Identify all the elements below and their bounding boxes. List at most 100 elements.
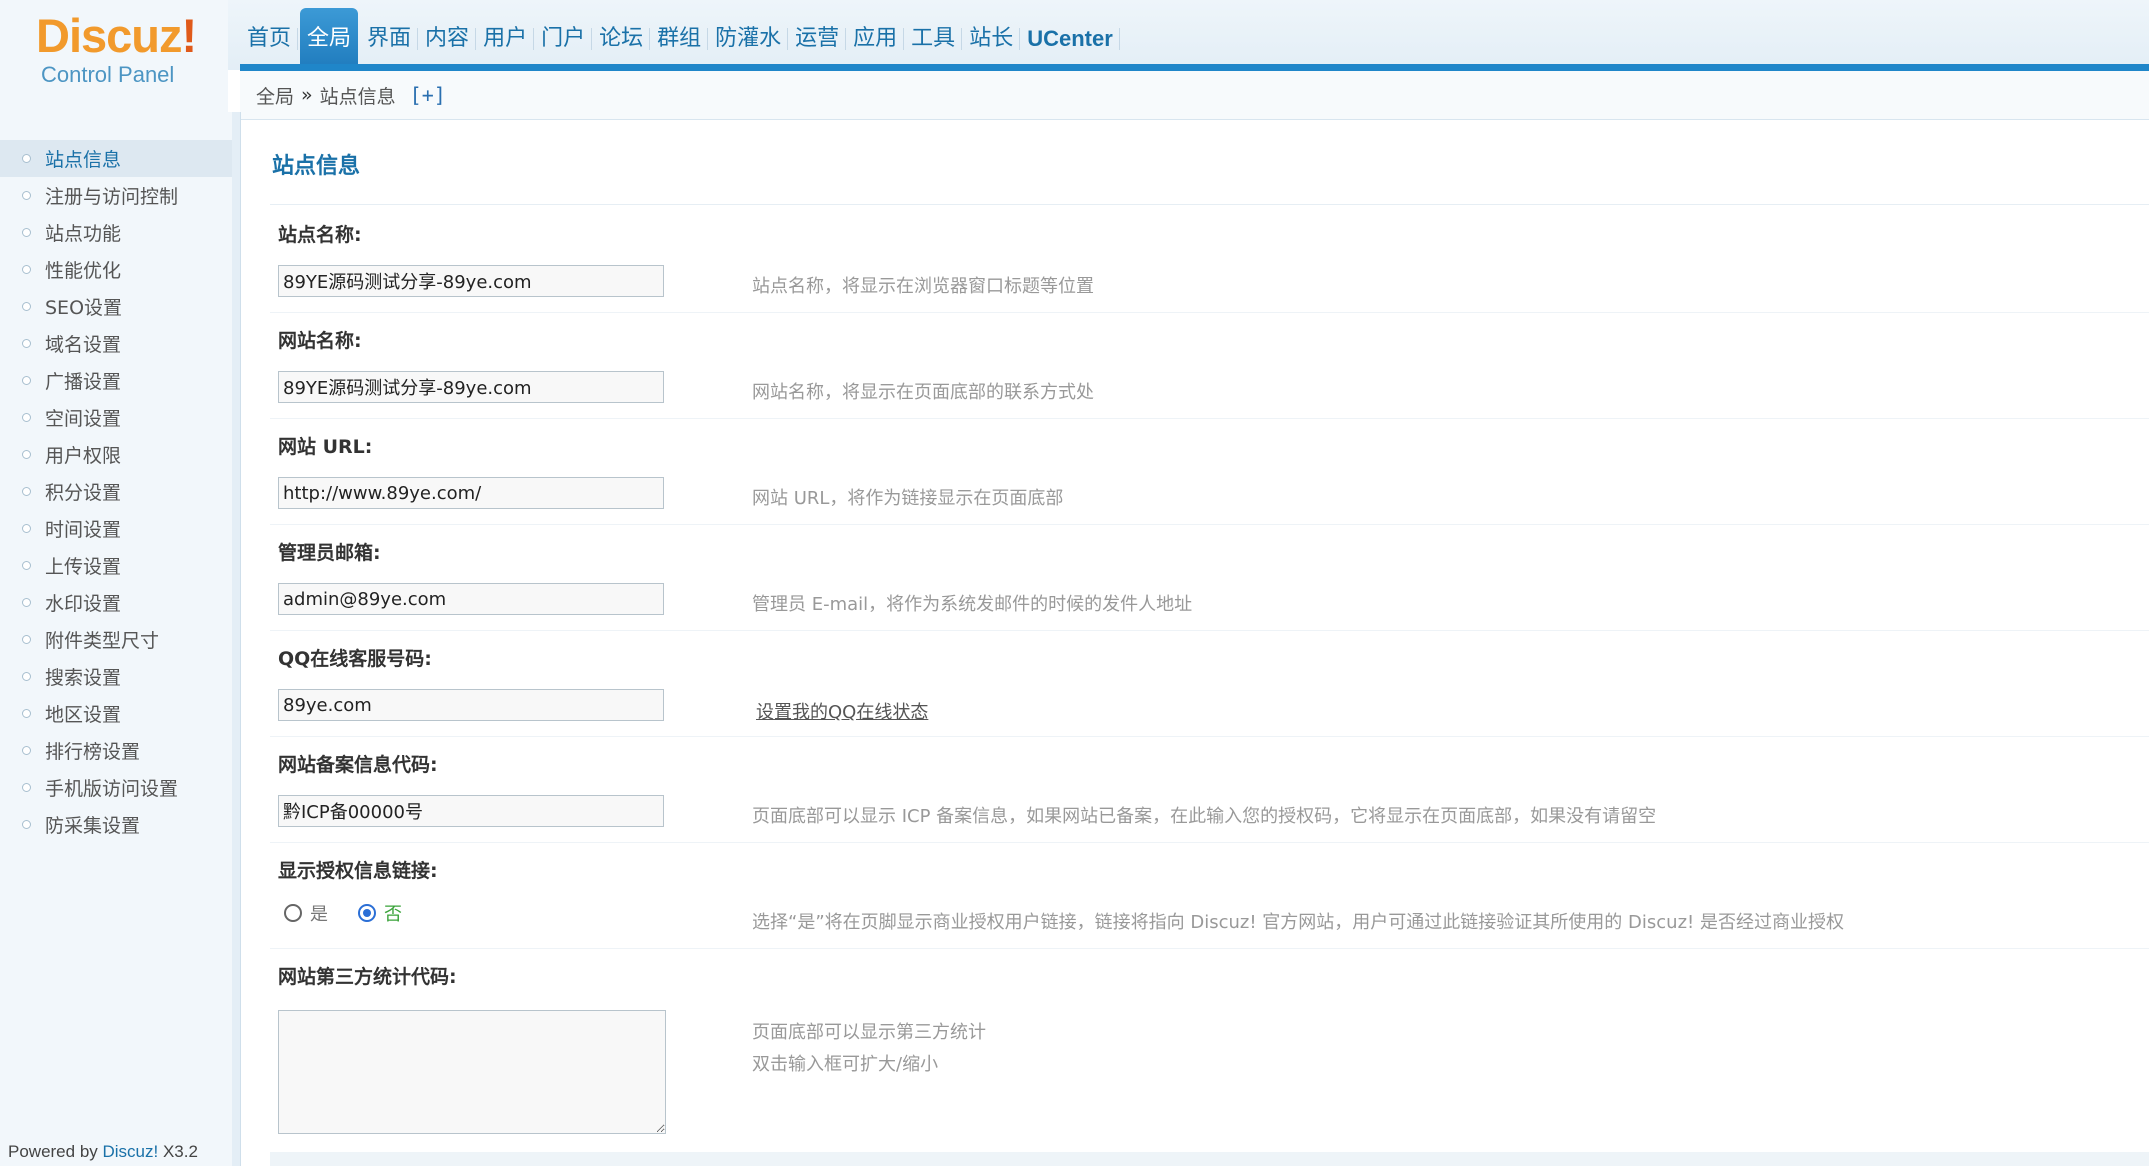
- breadcrumb-current: 站点信息: [319, 85, 396, 108]
- nav-tab-3[interactable]: 内容: [418, 8, 477, 70]
- form-bottom-bar: [270, 1152, 2149, 1166]
- nav-tab-9[interactable]: 运营: [788, 8, 847, 70]
- sidebar-item[interactable]: 上传设置: [0, 547, 232, 584]
- stats-row: 网站第三方统计代码: 页面底部可以显示第三方统计 双击输入框可扩大/缩小: [270, 948, 2149, 1148]
- bullet-icon: [22, 783, 31, 792]
- icp-input[interactable]: [278, 795, 664, 827]
- site-url-input[interactable]: [278, 477, 664, 509]
- sidebar-item[interactable]: 水印设置: [0, 584, 232, 621]
- bullet-icon: [22, 524, 31, 533]
- sidebar-item[interactable]: 地区设置: [0, 695, 232, 732]
- nav-tab-5[interactable]: 门户: [534, 8, 593, 70]
- qq-input[interactable]: [278, 689, 664, 721]
- license-no-radio[interactable]: [358, 904, 376, 922]
- sidebar-item-label: 广播设置: [45, 371, 122, 393]
- license-yes-radio[interactable]: [284, 904, 302, 922]
- nav-tab-12[interactable]: 站长: [962, 8, 1021, 70]
- powered-by: Powered by Discuz! X3.2: [8, 1142, 198, 1162]
- add-shortcut-button[interactable]: [+]: [410, 83, 446, 107]
- sidebar-item[interactable]: 性能优化: [0, 251, 232, 288]
- sidebar-item[interactable]: 广播设置: [0, 362, 232, 399]
- sidebar-item[interactable]: 手机版访问设置: [0, 769, 232, 806]
- site-url-row: 网站 URL: 网站 URL，将作为链接显示在页面底部: [270, 418, 2149, 525]
- sidebar-item[interactable]: 积分设置: [0, 473, 232, 510]
- sidebar-item[interactable]: 时间设置: [0, 510, 232, 547]
- sidebar-item[interactable]: 站点信息: [0, 140, 232, 177]
- sidebar-item[interactable]: SEO设置: [0, 288, 232, 325]
- page-title: 站点信息: [272, 154, 361, 179]
- sidebar-item-label: 上传设置: [45, 556, 122, 578]
- site-url-label: 网站 URL:: [278, 436, 373, 458]
- icp-row: 网站备案信息代码: 页面底部可以显示 ICP 备案信息，如果网站已备案，在此输入…: [270, 736, 2149, 843]
- site-name-input[interactable]: [278, 265, 664, 297]
- site-name-row: 站点名称: 站点名称，将显示在浏览器窗口标题等位置: [270, 206, 2149, 313]
- qq-status-link[interactable]: 设置我的QQ在线状态: [756, 698, 928, 724]
- bullet-icon: [22, 709, 31, 718]
- admin-email-input[interactable]: [278, 583, 664, 615]
- nav-tab-0[interactable]: 首页: [240, 8, 299, 70]
- breadcrumb-root[interactable]: 全局: [256, 82, 294, 109]
- icp-tip: 页面底部可以显示 ICP 备案信息，如果网站已备案，在此输入您的授权码，它将显示…: [752, 806, 1657, 827]
- admin-email-row: 管理员邮箱: 管理员 E-mail，将作为系统发邮件的时候的发件人地址: [270, 524, 2149, 631]
- top-header: 首页 全局 界面 内容 用户 门户 论坛 群组 防灌水 运营 应用 工具 站长 UCenter: [0, 0, 2149, 71]
- license-yes-label[interactable]: 是: [310, 900, 328, 926]
- sidebar-item[interactable]: 域名设置: [0, 325, 232, 362]
- bullet-icon: [22, 413, 31, 422]
- sidebar-item[interactable]: 站点功能: [0, 214, 232, 251]
- nav-tab-4[interactable]: 用户: [476, 8, 535, 70]
- bullet-icon: [22, 376, 31, 385]
- nav-tab-11[interactable]: 工具: [904, 8, 963, 70]
- web-name-input[interactable]: [278, 371, 664, 403]
- license-no-label[interactable]: 否: [384, 900, 402, 926]
- sidebar-item-label: 搜索设置: [45, 667, 122, 689]
- stats-code-textarea[interactable]: [278, 1010, 666, 1134]
- nav-tab-6[interactable]: 论坛: [592, 8, 651, 70]
- main-content: 站点信息 站点名称: 站点名称，将显示在浏览器窗口标题等位置 网站名称: 网站名…: [270, 120, 2149, 1166]
- qq-row: QQ在线客服号码: 设置我的QQ在线状态: [270, 630, 2149, 737]
- nav-tab-10[interactable]: 应用: [846, 8, 905, 70]
- sidebar-item[interactable]: 附件类型尺寸: [0, 621, 232, 658]
- bullet-icon: [22, 561, 31, 570]
- title-divider: [270, 204, 2149, 205]
- sidebar-item-label: 注册与访问控制: [45, 186, 179, 208]
- web-name-row: 网站名称: 网站名称，将显示在页面底部的联系方式处: [270, 312, 2149, 419]
- stats-tip-2: 双击输入框可扩大/缩小: [752, 1054, 939, 1075]
- sidebar-item-label: 域名设置: [45, 334, 122, 356]
- logo-brand: Discuz!: [36, 9, 197, 62]
- nav-tab-8[interactable]: 防灌水: [708, 8, 789, 70]
- nav-tab-13[interactable]: UCenter: [1020, 8, 1120, 70]
- web-name-label: 网站名称:: [278, 330, 362, 352]
- sidebar-divider: [232, 112, 241, 1166]
- qq-label: QQ在线客服号码:: [278, 648, 432, 670]
- sidebar-item[interactable]: 排行榜设置: [0, 732, 232, 769]
- sidebar-item-label: SEO设置: [45, 297, 123, 319]
- nav-tab-1[interactable]: 全局: [300, 8, 359, 70]
- sidebar-item[interactable]: 注册与访问控制: [0, 177, 232, 214]
- sidebar-item-label: 附件类型尺寸: [45, 630, 160, 652]
- sidebar-item-label: 用户权限: [45, 445, 122, 467]
- nav-tab-7[interactable]: 群组: [650, 8, 709, 70]
- site-name-label: 站点名称:: [278, 224, 362, 246]
- nav-tab-2[interactable]: 界面: [360, 8, 419, 70]
- nav-underline-bar: [240, 64, 2149, 71]
- bullet-icon: [22, 302, 31, 311]
- bullet-icon: [22, 487, 31, 496]
- breadcrumb-separator: »: [301, 84, 313, 106]
- sidebar-item[interactable]: 用户权限: [0, 436, 232, 473]
- sidebar-item[interactable]: 空间设置: [0, 399, 232, 436]
- bullet-icon: [22, 598, 31, 607]
- discuz-link[interactable]: Discuz!: [103, 1142, 159, 1161]
- site-url-tip: 网站 URL，将作为链接显示在页面底部: [752, 488, 1064, 509]
- sidebar-item-label: 积分设置: [45, 482, 122, 504]
- bullet-icon: [22, 265, 31, 274]
- sidebar-item[interactable]: 防采集设置: [0, 806, 232, 843]
- logo[interactable]: Discuz! Control Panel: [0, 0, 228, 112]
- powered-version: X3.2: [158, 1142, 198, 1161]
- powered-prefix: Powered by: [8, 1142, 103, 1161]
- sidebar-item-label: 地区设置: [45, 704, 122, 726]
- top-navigation: 首页 全局 界面 内容 用户 门户 论坛 群组 防灌水 运营 应用 工具 站长 UCenter: [240, 8, 1120, 70]
- bullet-icon: [22, 746, 31, 755]
- license-tip: 选择“是”将在页脚显示商业授权用户链接，链接将指向 Discuz! 官方网站，用…: [752, 912, 1844, 933]
- bullet-icon: [22, 339, 31, 348]
- sidebar-item[interactable]: 搜索设置: [0, 658, 232, 695]
